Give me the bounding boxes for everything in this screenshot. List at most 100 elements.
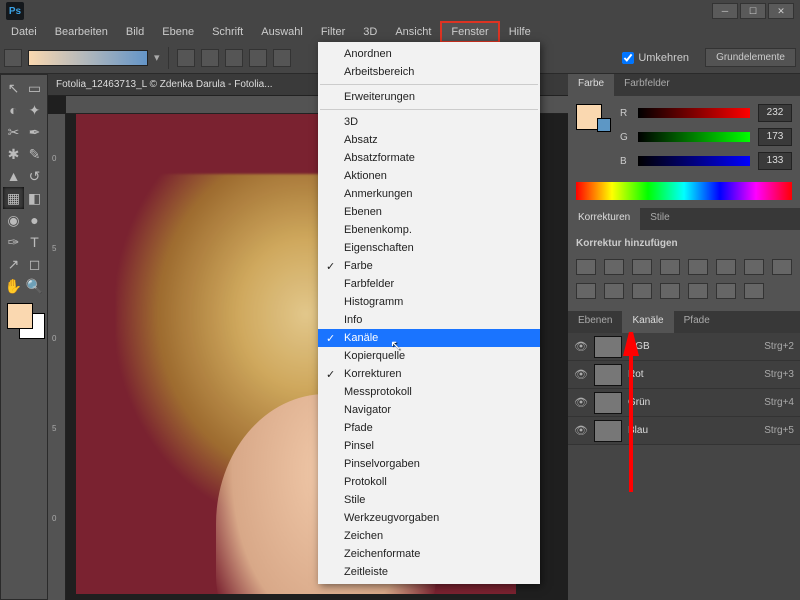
g-value[interactable]: 173 — [758, 128, 792, 146]
r-slider[interactable] — [638, 108, 750, 118]
menu-item-ebenen[interactable]: Ebenen — [318, 203, 540, 221]
menu-item-anordnen[interactable]: Anordnen — [318, 45, 540, 63]
menu-item-info[interactable]: Info — [318, 311, 540, 329]
b-slider[interactable] — [638, 156, 750, 166]
channel-row[interactable]: 👁BlauStrg+5 — [568, 417, 800, 445]
menu-item-protokoll[interactable]: Protokoll — [318, 473, 540, 491]
maximize-button[interactable]: ☐ — [740, 3, 766, 19]
korrekturen-tab[interactable]: Korrekturen — [568, 208, 640, 230]
menu-item-aktionen[interactable]: Aktionen — [318, 167, 540, 185]
gradient-tool-icon[interactable] — [4, 49, 22, 67]
menu-item-histogramm[interactable]: Histogramm — [318, 293, 540, 311]
adj-poster-icon[interactable] — [660, 283, 680, 299]
channel-row[interactable]: 👁RotStrg+3 — [568, 361, 800, 389]
stamp-tool[interactable]: ▲ — [3, 165, 24, 187]
menu-item-zeichen[interactable]: Zeichen — [318, 527, 540, 545]
menu-item-anmerkungen[interactable]: Anmerkungen — [318, 185, 540, 203]
menu-item-navigator[interactable]: Navigator — [318, 401, 540, 419]
adj-gradmap-icon[interactable] — [716, 283, 736, 299]
color-swatches[interactable] — [3, 303, 45, 341]
menu-datei[interactable]: Datei — [2, 23, 46, 41]
menu-item-stile[interactable]: Stile — [318, 491, 540, 509]
eyedropper-tool[interactable]: ✒ — [24, 121, 45, 143]
spectrum-bar[interactable] — [576, 182, 792, 200]
adj-mixer-icon[interactable] — [576, 283, 596, 299]
adj-exposure-icon[interactable] — [660, 259, 680, 275]
menu-item-pinsel[interactable]: Pinsel — [318, 437, 540, 455]
visibility-icon[interactable]: 👁 — [574, 424, 588, 437]
menu-item-ebenenkomp-[interactable]: Ebenenkomp. — [318, 221, 540, 239]
menu-item-eigenschaften[interactable]: Eigenschaften — [318, 239, 540, 257]
menu-item-kan-le[interactable]: Kanäle — [318, 329, 540, 347]
adj-bw-icon[interactable] — [744, 259, 764, 275]
menu-bild[interactable]: Bild — [117, 23, 153, 41]
hand-tool[interactable]: ✋ — [3, 275, 24, 297]
heal-tool[interactable]: ✱ — [3, 143, 24, 165]
visibility-icon[interactable]: 👁 — [574, 396, 588, 409]
menu-item-3d[interactable]: 3D — [318, 113, 540, 131]
marquee-tool[interactable]: ▭ — [24, 77, 45, 99]
path-tool[interactable]: ↗ — [3, 253, 24, 275]
adj-invert-icon[interactable] — [632, 283, 652, 299]
menu-fenster[interactable]: Fenster — [440, 21, 499, 43]
menu-item-zeitleiste[interactable]: Zeitleiste — [318, 563, 540, 581]
minimize-button[interactable]: ─ — [712, 3, 738, 19]
g-slider[interactable] — [638, 132, 750, 142]
wand-tool[interactable]: ✦ — [24, 99, 45, 121]
umkehren-checkbox[interactable] — [622, 52, 634, 64]
gradient-diamond-icon[interactable] — [273, 49, 291, 67]
menu-item-korrekturen[interactable]: Korrekturen — [318, 365, 540, 383]
visibility-icon[interactable]: 👁 — [574, 368, 588, 381]
adj-vibrance-icon[interactable] — [688, 259, 708, 275]
menu-item-erweiterungen[interactable]: Erweiterungen — [318, 88, 540, 106]
menu-ansicht[interactable]: Ansicht — [386, 23, 440, 41]
move-tool[interactable]: ↖ — [3, 77, 24, 99]
gradient-tool[interactable]: ▦ — [3, 187, 24, 209]
menu-item-zeichenformate[interactable]: Zeichenformate — [318, 545, 540, 563]
menu-item-werkzeugvorgaben[interactable]: Werkzeugvorgaben — [318, 509, 540, 527]
bg-color-swatch[interactable] — [597, 118, 611, 132]
menu-item-farbfelder[interactable]: Farbfelder — [318, 275, 540, 293]
brush-tool[interactable]: ✎ — [24, 143, 45, 165]
lasso-tool[interactable]: ◐ — [3, 99, 24, 121]
gradient-preview[interactable] — [28, 50, 148, 66]
menu-bearbeiten[interactable]: Bearbeiten — [46, 23, 117, 41]
menu-item-absatzformate[interactable]: Absatzformate — [318, 149, 540, 167]
farbe-tab[interactable]: Farbe — [568, 74, 614, 96]
adj-lookup-icon[interactable] — [604, 283, 624, 299]
adj-photo-icon[interactable] — [772, 259, 792, 275]
menu-schrift[interactable]: Schrift — [203, 23, 252, 41]
blur-tool[interactable]: ◉ — [3, 209, 24, 231]
menu-item-messprotokoll[interactable]: Messprotokoll — [318, 383, 540, 401]
farbfelder-tab[interactable]: Farbfelder — [614, 74, 680, 96]
gradient-reflected-icon[interactable] — [249, 49, 267, 67]
ebenen-tab[interactable]: Ebenen — [568, 311, 622, 333]
gradient-angle-icon[interactable] — [225, 49, 243, 67]
stile-tab[interactable]: Stile — [640, 208, 679, 230]
adj-thresh-icon[interactable] — [688, 283, 708, 299]
menu-filter[interactable]: Filter — [312, 23, 354, 41]
pen-tool[interactable]: ✑ — [3, 231, 24, 253]
gradient-radial-icon[interactable] — [201, 49, 219, 67]
pfade-tab[interactable]: Pfade — [674, 311, 720, 333]
adj-curves-icon[interactable] — [632, 259, 652, 275]
menu-hilfe[interactable]: Hilfe — [500, 23, 540, 41]
history-brush-tool[interactable]: ↺ — [24, 165, 45, 187]
grundelemente-button[interactable]: Grundelemente — [705, 48, 796, 67]
menu-item-pfade[interactable]: Pfade — [318, 419, 540, 437]
close-button[interactable]: ✕ — [768, 3, 794, 19]
type-tool[interactable]: T — [24, 231, 45, 253]
menu-ebene[interactable]: Ebene — [153, 23, 203, 41]
menu-item-kopierquelle[interactable]: Kopierquelle — [318, 347, 540, 365]
eraser-tool[interactable]: ◧ — [24, 187, 45, 209]
menu-item-arbeitsbereich[interactable]: Arbeitsbereich — [318, 63, 540, 81]
menu-item-absatz[interactable]: Absatz — [318, 131, 540, 149]
menu-3d[interactable]: 3D — [354, 23, 386, 41]
adj-brightness-icon[interactable] — [576, 259, 596, 275]
crop-tool[interactable]: ✂ — [3, 121, 24, 143]
kanaele-tab[interactable]: Kanäle — [622, 311, 673, 333]
channel-row[interactable]: 👁RGBStrg+2 — [568, 333, 800, 361]
adj-hue-icon[interactable] — [716, 259, 736, 275]
adj-selcolor-icon[interactable] — [744, 283, 764, 299]
r-value[interactable]: 232 — [758, 104, 792, 122]
